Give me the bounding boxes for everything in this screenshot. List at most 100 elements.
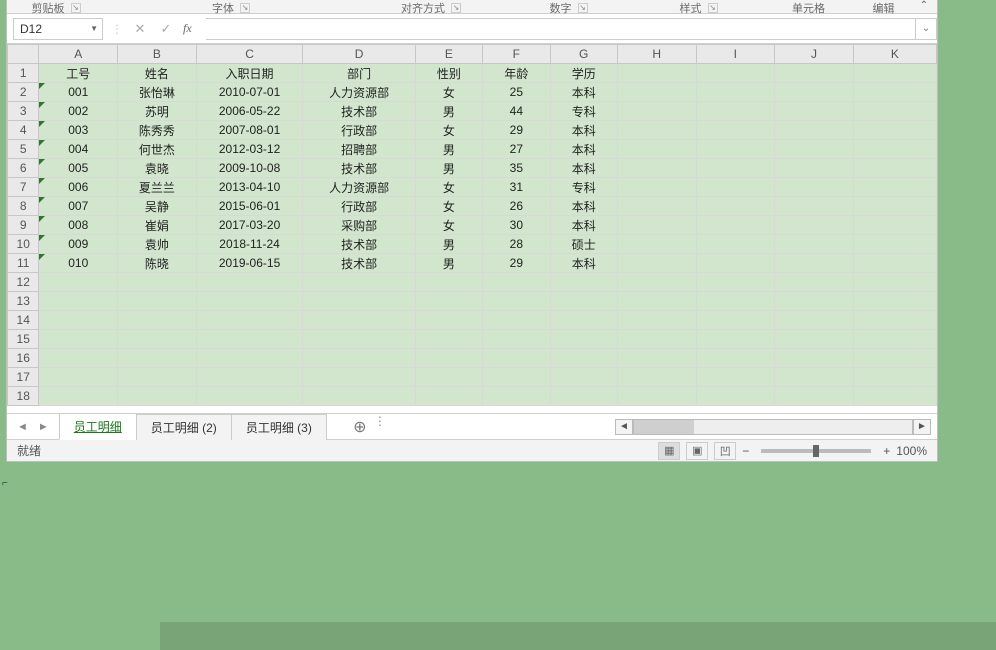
- cell[interactable]: [696, 64, 775, 83]
- cell[interactable]: [550, 368, 617, 387]
- tab-nav-next-icon[interactable]: ►: [38, 421, 49, 433]
- cell[interactable]: [550, 273, 617, 292]
- cell[interactable]: 25: [483, 83, 550, 102]
- row-header[interactable]: 6: [8, 159, 39, 178]
- cell[interactable]: 人力资源部: [303, 178, 415, 197]
- cell[interactable]: [696, 330, 775, 349]
- cell[interactable]: [303, 330, 415, 349]
- cell[interactable]: 女: [415, 121, 482, 140]
- cell[interactable]: 女: [415, 83, 482, 102]
- cell[interactable]: [617, 197, 696, 216]
- cell[interactable]: [617, 64, 696, 83]
- cell[interactable]: [853, 311, 936, 330]
- tab-nav-prev-icon[interactable]: ◄: [17, 421, 28, 433]
- cell[interactable]: 002: [39, 102, 118, 121]
- col-header-J[interactable]: J: [775, 45, 854, 64]
- cancel-formula-icon[interactable]: ✕: [131, 21, 149, 37]
- cell[interactable]: 行政部: [303, 121, 415, 140]
- cell[interactable]: [853, 368, 936, 387]
- cell[interactable]: [617, 254, 696, 273]
- cell[interactable]: 28: [483, 235, 550, 254]
- cell[interactable]: 本科: [550, 159, 617, 178]
- cell[interactable]: [696, 235, 775, 254]
- cell[interactable]: [118, 273, 197, 292]
- cell[interactable]: 35: [483, 159, 550, 178]
- row-header[interactable]: 1: [8, 64, 39, 83]
- col-header-F[interactable]: F: [483, 45, 550, 64]
- col-header-I[interactable]: I: [696, 45, 775, 64]
- cell[interactable]: 003: [39, 121, 118, 140]
- cell[interactable]: [415, 330, 482, 349]
- cell[interactable]: [775, 197, 854, 216]
- cell[interactable]: 男: [415, 254, 482, 273]
- dialog-launcher-icon[interactable]: ↘: [578, 3, 588, 13]
- cell[interactable]: [415, 292, 482, 311]
- cell[interactable]: 技术部: [303, 235, 415, 254]
- cell[interactable]: [415, 349, 482, 368]
- row-header[interactable]: 16: [8, 349, 39, 368]
- cell[interactable]: [775, 140, 854, 159]
- cell[interactable]: [617, 159, 696, 178]
- row-header[interactable]: 12: [8, 273, 39, 292]
- row-header[interactable]: 3: [8, 102, 39, 121]
- dialog-launcher-icon[interactable]: ↘: [71, 3, 81, 13]
- cell[interactable]: [617, 178, 696, 197]
- row-header[interactable]: 17: [8, 368, 39, 387]
- cell[interactable]: 陈晓: [118, 254, 197, 273]
- add-sheet-button[interactable]: ⊕: [346, 414, 374, 439]
- cell[interactable]: [775, 159, 854, 178]
- cell[interactable]: [853, 235, 936, 254]
- cell[interactable]: [550, 292, 617, 311]
- cell[interactable]: [775, 349, 854, 368]
- cell[interactable]: [118, 349, 197, 368]
- row-header[interactable]: 4: [8, 121, 39, 140]
- cell[interactable]: 崔娟: [118, 216, 197, 235]
- col-header-G[interactable]: G: [550, 45, 617, 64]
- cell[interactable]: [617, 273, 696, 292]
- dialog-launcher-icon[interactable]: ↘: [240, 3, 250, 13]
- cell[interactable]: [483, 349, 550, 368]
- cell[interactable]: [303, 387, 415, 406]
- cell[interactable]: [696, 121, 775, 140]
- cell[interactable]: [483, 273, 550, 292]
- hscroll-left-icon[interactable]: ◄: [615, 419, 633, 435]
- cell[interactable]: [617, 349, 696, 368]
- cell[interactable]: [303, 311, 415, 330]
- cell[interactable]: [696, 178, 775, 197]
- cell[interactable]: [696, 102, 775, 121]
- spreadsheet-grid[interactable]: ABCDEFGHIJK 1工号姓名入职日期部门性别年龄学历2001张怡琳2010…: [7, 44, 937, 413]
- cell[interactable]: [483, 330, 550, 349]
- zoom-level[interactable]: 100%: [896, 444, 927, 458]
- cell[interactable]: [696, 140, 775, 159]
- cell[interactable]: [853, 292, 936, 311]
- cell[interactable]: 招聘部: [303, 140, 415, 159]
- cell[interactable]: [853, 178, 936, 197]
- cell[interactable]: 何世杰: [118, 140, 197, 159]
- cell[interactable]: [775, 387, 854, 406]
- cell[interactable]: 2018-11-24: [196, 235, 303, 254]
- cell[interactable]: [550, 387, 617, 406]
- cell[interactable]: 001: [39, 83, 118, 102]
- cell[interactable]: 张怡琳: [118, 83, 197, 102]
- cell[interactable]: [196, 311, 303, 330]
- row-header[interactable]: 9: [8, 216, 39, 235]
- dialog-launcher-icon[interactable]: ↘: [451, 3, 461, 13]
- cell[interactable]: [853, 197, 936, 216]
- cell[interactable]: [853, 121, 936, 140]
- cell[interactable]: [775, 292, 854, 311]
- cell[interactable]: [118, 387, 197, 406]
- view-page-layout-icon[interactable]: ▣: [686, 442, 708, 460]
- cell[interactable]: [696, 387, 775, 406]
- cell[interactable]: [696, 254, 775, 273]
- cell[interactable]: 2012-03-12: [196, 140, 303, 159]
- cell[interactable]: [196, 330, 303, 349]
- col-header-B[interactable]: B: [118, 45, 197, 64]
- cell[interactable]: [696, 349, 775, 368]
- cell[interactable]: [118, 330, 197, 349]
- cell[interactable]: [853, 254, 936, 273]
- col-header-A[interactable]: A: [39, 45, 118, 64]
- cell[interactable]: 2007-08-01: [196, 121, 303, 140]
- hscroll-track[interactable]: [633, 419, 913, 435]
- cell[interactable]: 男: [415, 140, 482, 159]
- col-header-D[interactable]: D: [303, 45, 415, 64]
